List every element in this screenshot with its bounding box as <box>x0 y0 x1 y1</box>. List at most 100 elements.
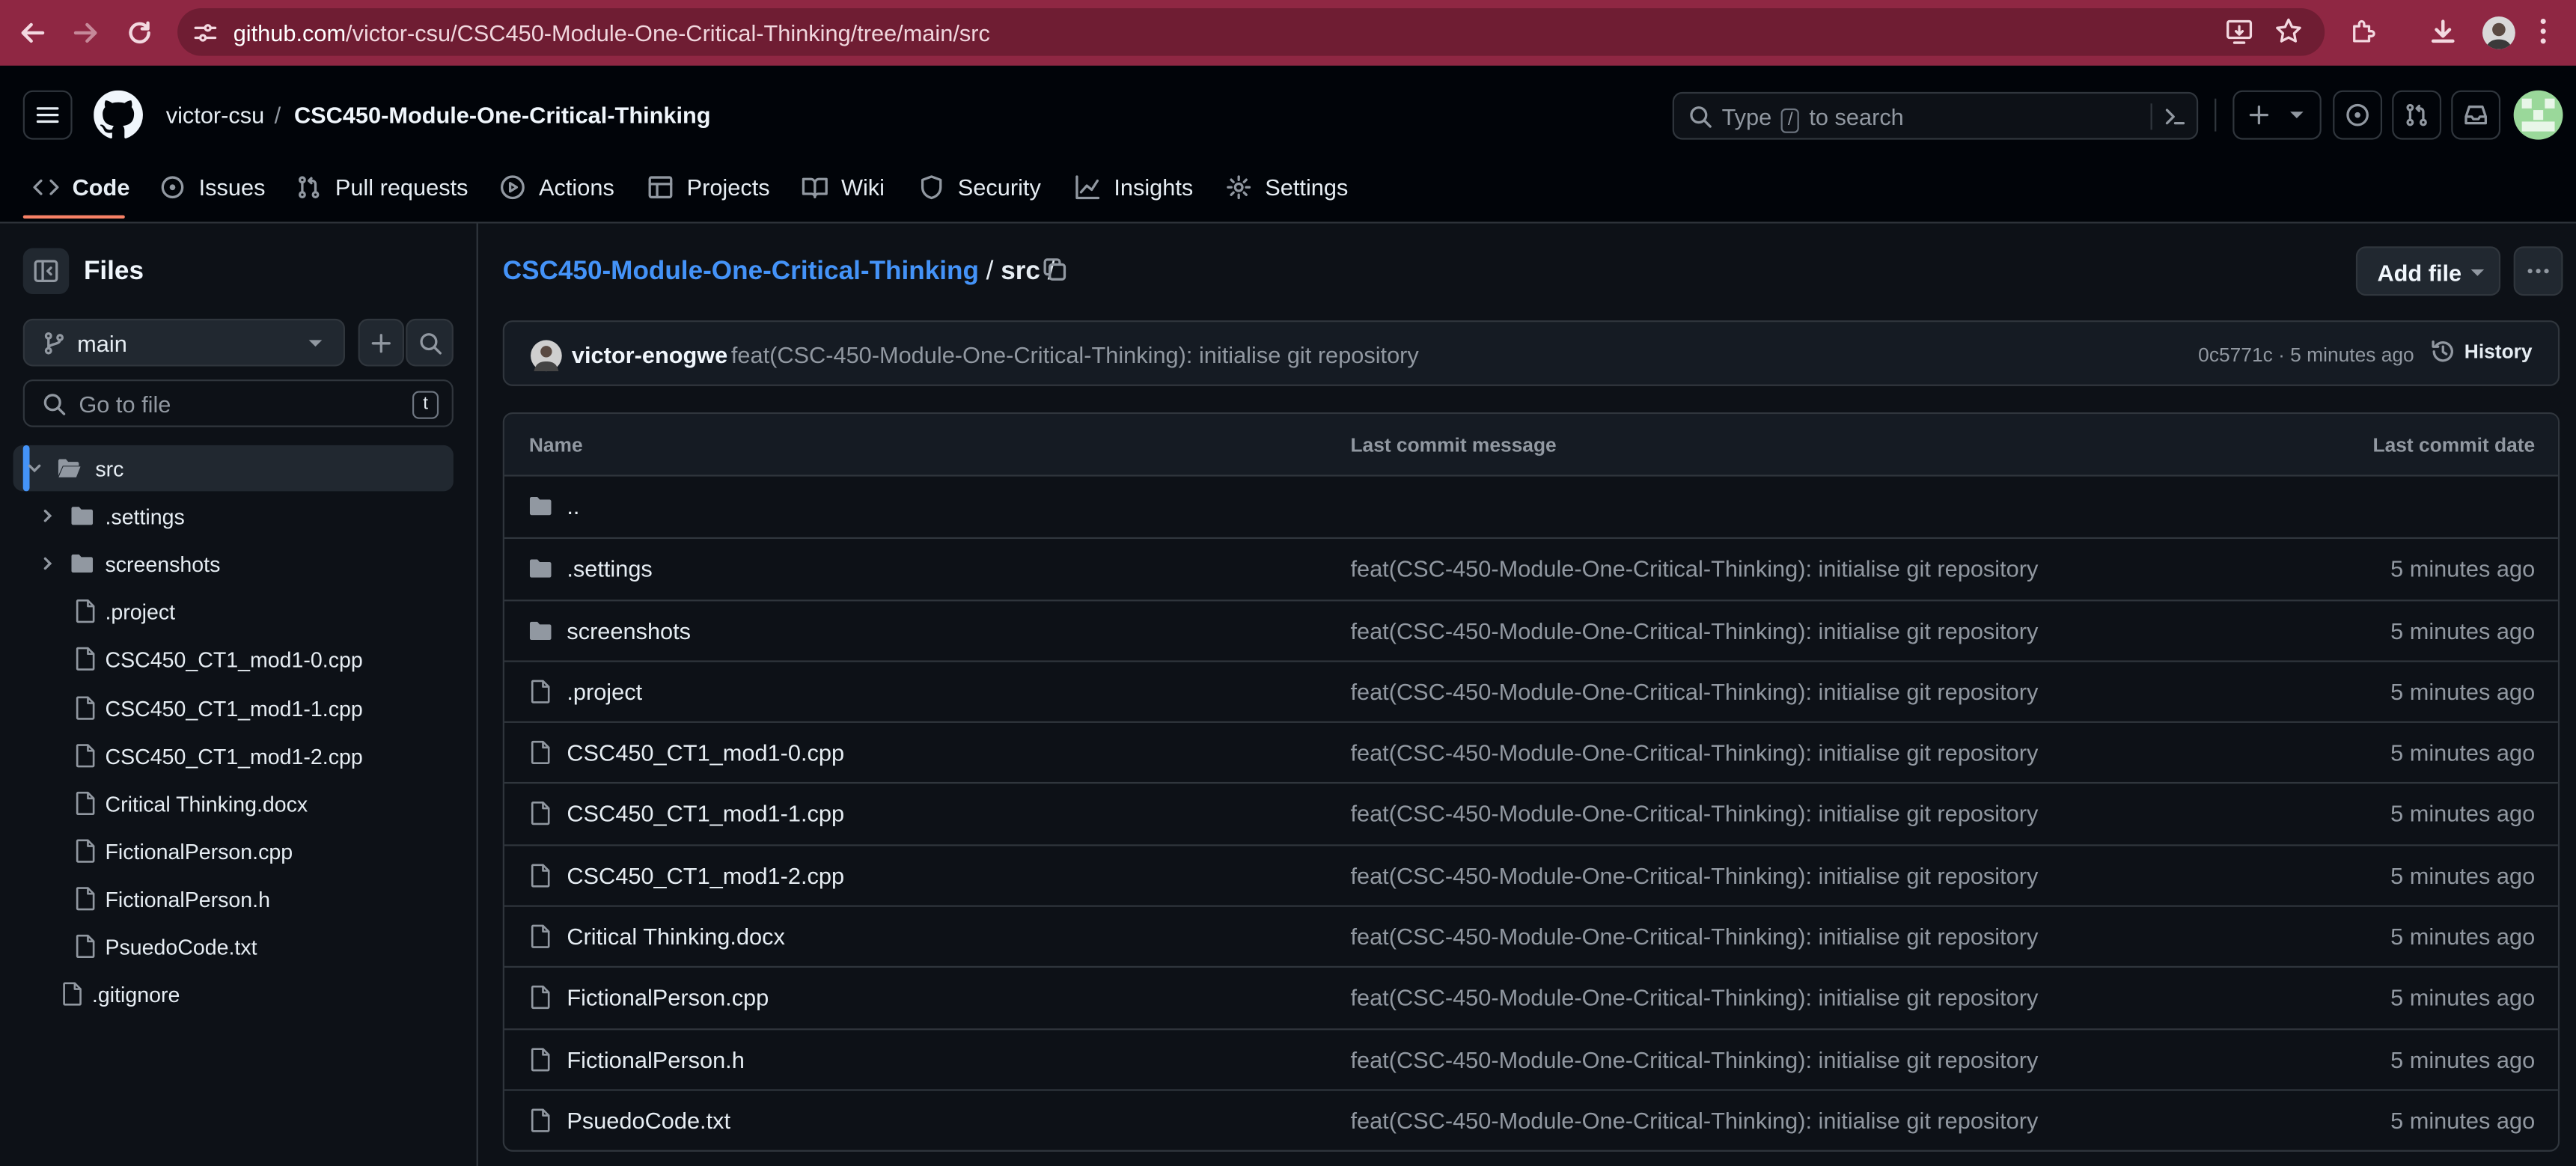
tree-item[interactable]: src <box>13 445 454 492</box>
book-icon <box>802 177 828 199</box>
commit-author-avatar[interactable] <box>531 340 562 372</box>
browser-profile-avatar[interactable] <box>2482 16 2515 49</box>
copy-path-icon[interactable] <box>1042 256 1068 282</box>
sidebar-title: Files <box>83 257 144 286</box>
tab-pull-requests[interactable]: Pull requests <box>296 171 468 204</box>
row-file-name[interactable]: CSC450_CT1_mod1-0.cpp <box>567 739 844 766</box>
reload-icon[interactable] <box>125 18 155 48</box>
add-file-icon-button[interactable] <box>358 318 405 367</box>
tree-item[interactable]: screenshots <box>13 541 454 587</box>
create-new-button[interactable] <box>2232 90 2322 140</box>
table-row[interactable]: CSC450_CT1_mod1-2.cpp feat(CSC-450-Module… <box>504 843 2558 906</box>
table-row[interactable]: .settings feat(CSC-450-Module-One-Critica… <box>504 537 2558 599</box>
table-row[interactable]: FictionalPerson.h feat(CSC-450-Module-One… <box>504 1028 2558 1089</box>
row-commit-message[interactable]: feat(CSC-450-Module-One-Critical-Thinkin… <box>1350 862 2038 888</box>
history-button[interactable]: History <box>2430 338 2533 364</box>
chevron-right-icon[interactable] <box>37 506 57 525</box>
address-bar[interactable]: github.com/victor-csu/CSC450-Module-One-… <box>177 7 2325 56</box>
table-row[interactable]: screenshots feat(CSC-450-Module-One-Criti… <box>504 599 2558 660</box>
row-file-name[interactable]: .project <box>567 678 642 704</box>
search-files-button[interactable] <box>406 318 454 367</box>
tree-item[interactable]: .project <box>13 589 454 635</box>
tab-settings[interactable]: Settings <box>1226 171 1348 204</box>
tab-actions[interactable]: Actions <box>499 171 614 204</box>
command-palette-icon[interactable] <box>2162 103 2188 129</box>
row-commit-message[interactable]: feat(CSC-450-Module-One-Critical-Thinkin… <box>1350 985 2038 1011</box>
chevron-right-icon[interactable] <box>37 554 57 573</box>
row-commit-message[interactable]: feat(CSC-450-Module-One-Critical-Thinkin… <box>1350 739 2038 766</box>
tree-item[interactable]: .settings <box>13 493 454 539</box>
install-app-icon[interactable] <box>2224 16 2254 46</box>
pull-requests-shortcut-button[interactable] <box>2392 90 2442 140</box>
browser-menu-icon[interactable] <box>2539 15 2548 48</box>
back-icon[interactable] <box>18 18 48 48</box>
commit-message[interactable]: feat(CSC-450-Module-One-Critical-Thinkin… <box>731 342 1419 368</box>
more-options-button[interactable] <box>2513 246 2563 296</box>
search-input[interactable]: Type / to search <box>1672 91 2199 140</box>
hamburger-menu-button[interactable] <box>22 90 73 140</box>
tab-code[interactable]: Code <box>33 171 129 204</box>
table-row[interactable]: Critical Thinking.docx feat(CSC-450-Modul… <box>504 905 2558 967</box>
row-commit-message[interactable]: feat(CSC-450-Module-One-Critical-Thinkin… <box>1350 801 2038 827</box>
tab-wiki[interactable]: Wiki <box>802 171 885 204</box>
tree-item[interactable]: FictionalPerson.cpp <box>13 828 454 873</box>
row-commit-message[interactable]: feat(CSC-450-Module-One-Critical-Thinkin… <box>1350 556 2038 582</box>
forward-icon[interactable] <box>70 18 100 48</box>
commit-sha-time[interactable]: 0c5771c · 5 minutes ago <box>2198 344 2414 367</box>
table-row[interactable]: FictionalPerson.cpp feat(CSC-450-Module-O… <box>504 966 2558 1028</box>
issues-shortcut-button[interactable] <box>2333 90 2383 140</box>
tree-item[interactable]: CSC450_CT1_mod1-1.cpp <box>13 684 454 730</box>
folder-icon <box>69 551 95 577</box>
tree-item-label: .project <box>105 599 176 625</box>
row-commit-message[interactable]: feat(CSC-450-Module-One-Critical-Thinkin… <box>1350 678 2038 704</box>
site-settings-icon[interactable] <box>192 19 219 46</box>
row-file-name[interactable]: .. <box>567 493 579 519</box>
inbox-button[interactable] <box>2451 90 2501 140</box>
chevron-down-icon[interactable] <box>25 458 44 477</box>
row-commit-message[interactable]: feat(CSC-450-Module-One-Critical-Thinkin… <box>1350 617 2038 644</box>
go-to-file-input[interactable]: Go to file t <box>22 379 454 427</box>
tab-projects[interactable]: Projects <box>647 171 770 204</box>
row-file-name[interactable]: PsuedoCode.txt <box>567 1107 730 1133</box>
tree-item[interactable]: PsuedoCode.txt <box>13 924 454 969</box>
tree-item[interactable]: Critical Thinking.docx <box>13 780 454 825</box>
table-row[interactable]: .project feat(CSC-450-Module-One-Critical… <box>504 660 2558 721</box>
commit-author[interactable]: victor-enogwe <box>572 342 727 368</box>
row-file-name[interactable]: FictionalPerson.cpp <box>567 985 769 1011</box>
tree-item[interactable]: CSC450_CT1_mod1-0.cpp <box>13 636 454 682</box>
row-file-name[interactable]: CSC450_CT1_mod1-2.cpp <box>567 862 844 888</box>
row-commit-message[interactable]: feat(CSC-450-Module-One-Critical-Thinkin… <box>1350 1107 2038 1133</box>
user-avatar[interactable] <box>2513 90 2563 140</box>
tab-issues[interactable]: Issues <box>159 171 265 204</box>
repo-tabs: Code Issues Pull requests Actions Projec… <box>0 158 2576 224</box>
tree-item[interactable]: FictionalPerson.h <box>13 876 454 921</box>
breadcrumb-repo-link[interactable]: CSC450-Module-One-Critical-Thinking <box>503 258 979 286</box>
row-commit-message[interactable]: feat(CSC-450-Module-One-Critical-Thinkin… <box>1350 1046 2038 1072</box>
row-file-name[interactable]: CSC450_CT1_mod1-1.cpp <box>567 801 844 827</box>
row-file-name[interactable]: .settings <box>567 556 652 582</box>
row-file-name[interactable]: Critical Thinking.docx <box>567 924 785 950</box>
repo-owner-link[interactable]: victor-csu <box>166 102 265 128</box>
branch-selector[interactable]: main <box>22 318 345 367</box>
row-file-name[interactable]: FictionalPerson.h <box>567 1046 744 1072</box>
tree-item-label: CSC450_CT1_mod1-0.cpp <box>105 647 363 673</box>
github-logo-icon[interactable] <box>94 90 143 140</box>
table-row[interactable]: CSC450_CT1_mod1-1.cpp feat(CSC-450-Module… <box>504 782 2558 844</box>
extensions-icon[interactable] <box>2349 16 2379 46</box>
tree-item[interactable]: .gitignore <box>13 971 454 1017</box>
table-row[interactable]: PsuedoCode.txt feat(CSC-450-Module-One-Cr… <box>504 1089 2558 1150</box>
collapse-sidebar-button[interactable] <box>22 248 70 294</box>
table-row[interactable]: .. <box>504 477 2558 538</box>
bookmark-star-icon[interactable] <box>2274 16 2304 46</box>
add-file-button[interactable]: Add file <box>2355 246 2501 296</box>
tree-item[interactable]: CSC450_CT1_mod1-2.cpp <box>13 732 454 778</box>
row-file-name[interactable]: screenshots <box>567 617 691 644</box>
row-commit-message[interactable]: feat(CSC-450-Module-One-Critical-Thinkin… <box>1350 924 2038 950</box>
table-row[interactable]: CSC450_CT1_mod1-0.cpp feat(CSC-450-Module… <box>504 721 2558 783</box>
graph-icon <box>1075 175 1100 200</box>
plus-icon <box>371 333 391 352</box>
downloads-icon[interactable] <box>2429 16 2459 46</box>
tab-insights[interactable]: Insights <box>1075 171 1193 204</box>
repo-name-link[interactable]: CSC450-Module-One-Critical-Thinking <box>294 102 711 128</box>
tab-security[interactable]: Security <box>918 171 1041 204</box>
